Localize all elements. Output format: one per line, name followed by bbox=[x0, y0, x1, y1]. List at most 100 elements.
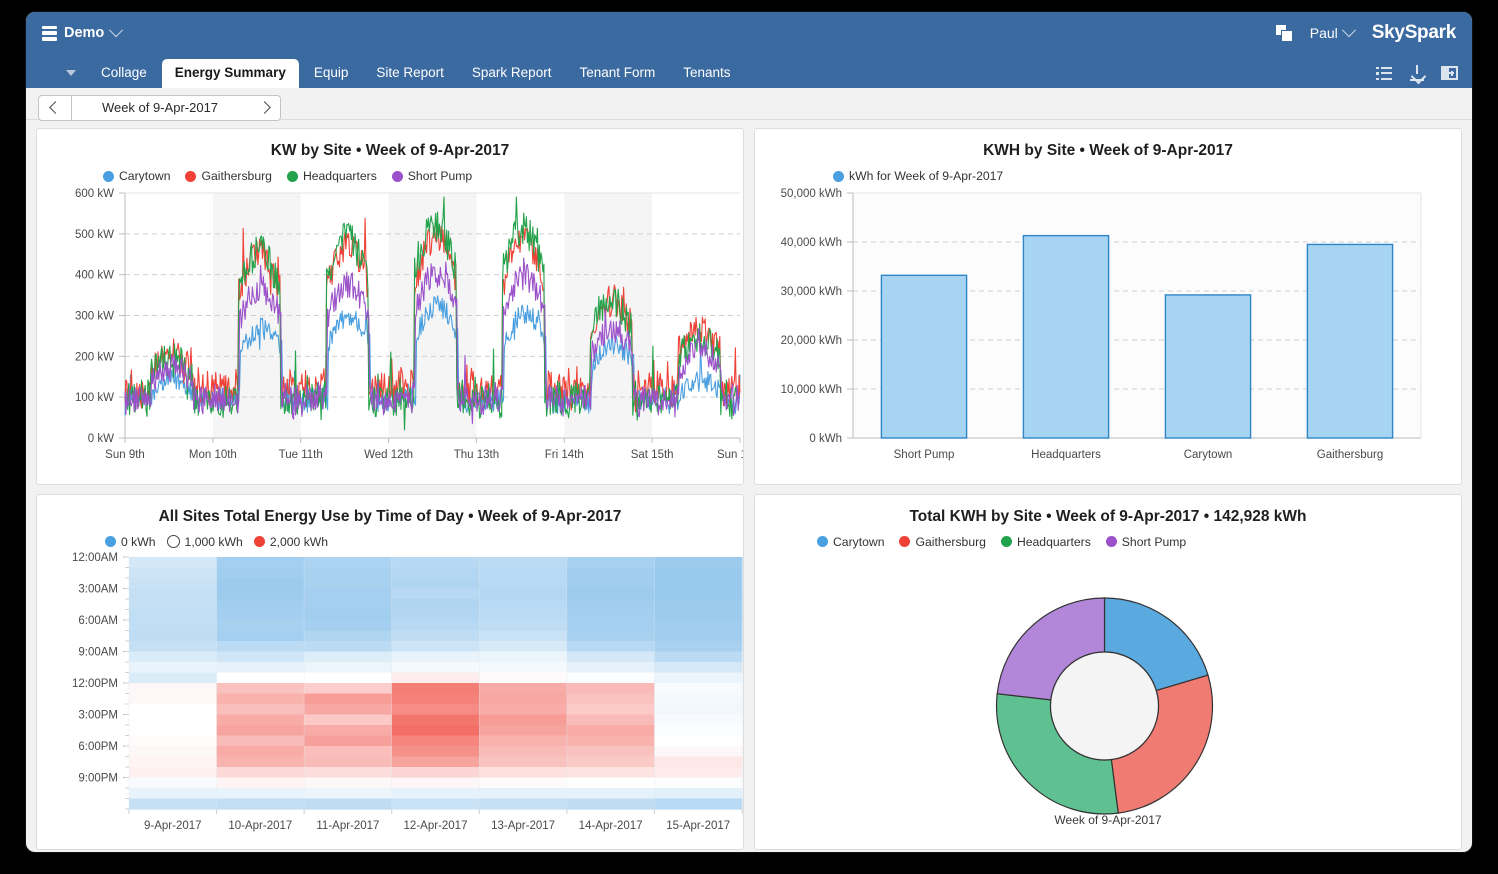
svg-text:9:00PM: 9:00PM bbox=[78, 772, 118, 784]
legend-swatch bbox=[1106, 536, 1117, 547]
legend-swatch bbox=[287, 171, 298, 182]
svg-text:Mon 10th: Mon 10th bbox=[189, 449, 237, 461]
legend-item-0kwh[interactable]: 0 kWh bbox=[105, 535, 156, 549]
tab-collage[interactable]: Collage bbox=[88, 59, 160, 88]
date-range-field[interactable]: Week of 9-Apr-2017 bbox=[72, 95, 248, 121]
legend-label: Headquarters bbox=[303, 169, 377, 183]
svg-text:Thu 13th: Thu 13th bbox=[454, 449, 499, 461]
legend-kwh: kWh for Week of 9-Apr-2017 bbox=[755, 160, 1461, 183]
legend-item-2000kwh[interactable]: 2,000 kWh bbox=[254, 535, 328, 549]
app-window: Demo Paul SkySpark Collage En bbox=[26, 12, 1472, 852]
svg-text:9:00AM: 9:00AM bbox=[78, 646, 118, 658]
legend-kw: Carytown Gaithersburg Headquarters Short… bbox=[37, 160, 743, 183]
svg-text:12-Apr-2017: 12-Apr-2017 bbox=[404, 820, 468, 832]
display-icon[interactable] bbox=[40, 62, 62, 80]
legend-item-carytown[interactable]: Carytown bbox=[817, 535, 884, 549]
svg-text:11-Apr-2017: 11-Apr-2017 bbox=[316, 820, 379, 832]
legend-swatch bbox=[105, 536, 116, 547]
copy-windows-icon[interactable] bbox=[1276, 25, 1292, 41]
legend-label: Short Pump bbox=[408, 169, 472, 183]
tab-bar: Collage Energy Summary Equip Site Report… bbox=[26, 54, 1472, 88]
svg-text:400 kW: 400 kW bbox=[75, 270, 114, 282]
legend-donut: Carytown Gaithersburg Headquarters Short… bbox=[755, 526, 1461, 549]
svg-text:20,000 kWh: 20,000 kWh bbox=[781, 335, 842, 347]
dashboard-grid: KW by Site • Week of 9-Apr-2017 Carytown… bbox=[26, 120, 1472, 851]
date-navigator: Week of 9-Apr-2017 bbox=[26, 88, 1472, 120]
legend-label: Carytown bbox=[833, 535, 884, 549]
legend-item-1000kwh[interactable]: 1,000 kWh bbox=[167, 535, 243, 549]
legend-label: 1,000 kWh bbox=[185, 535, 243, 549]
svg-text:0 kWh: 0 kWh bbox=[809, 433, 842, 445]
svg-text:0 kW: 0 kW bbox=[88, 433, 114, 445]
legend-swatch bbox=[185, 171, 196, 182]
legend-item-headquarters[interactable]: Headquarters bbox=[1001, 535, 1091, 549]
user-menu[interactable]: Paul bbox=[1310, 25, 1354, 41]
plot-area-kw[interactable]: 0 kW100 kW200 kW300 kW400 kW500 kW600 kW… bbox=[37, 185, 743, 484]
svg-text:Headquarters: Headquarters bbox=[1031, 449, 1101, 461]
legend-item-gaithersburg[interactable]: Gaithersburg bbox=[185, 169, 271, 183]
chart-title-donut: Total KWH by Site • Week of 9-Apr-2017 •… bbox=[755, 495, 1461, 526]
legend-swatch bbox=[254, 536, 265, 547]
prev-week-button[interactable] bbox=[38, 95, 72, 121]
svg-text:30,000 kWh: 30,000 kWh bbox=[781, 286, 842, 298]
legend-item-short-pump[interactable]: Short Pump bbox=[1106, 535, 1186, 549]
svg-text:Sun 9th: Sun 9th bbox=[105, 449, 145, 461]
legend-label: 2,000 kWh bbox=[270, 535, 328, 549]
caret-down-icon[interactable] bbox=[66, 70, 76, 76]
legend-label: Short Pump bbox=[1122, 535, 1186, 549]
tab-equip[interactable]: Equip bbox=[301, 59, 362, 88]
legend-item-headquarters[interactable]: Headquarters bbox=[287, 169, 377, 183]
download-icon[interactable] bbox=[1409, 65, 1425, 81]
toggle-sidepanel-icon[interactable] bbox=[1441, 66, 1458, 80]
chart-title-kw: KW by Site • Week of 9-Apr-2017 bbox=[37, 129, 743, 160]
donut-footer-label: Week of 9-Apr-2017 bbox=[755, 813, 1461, 827]
svg-text:Sat 15th: Sat 15th bbox=[631, 449, 674, 461]
svg-text:10,000 kWh: 10,000 kWh bbox=[781, 384, 842, 396]
plot-area-kwh[interactable]: 0 kWh 10,000 kWh 20,000 kWh 30,000 kWh 40,00… bbox=[755, 185, 1461, 484]
svg-text:40,000 kWh: 40,000 kWh bbox=[781, 237, 842, 249]
svg-text:200 kW: 200 kW bbox=[75, 351, 114, 363]
card-kwh-by-site: KWH by Site • Week of 9-Apr-2017 kWh for… bbox=[754, 128, 1462, 485]
legend-label: Gaithersburg bbox=[201, 169, 271, 183]
legend-label: 0 kWh bbox=[121, 535, 156, 549]
workspace-selector[interactable]: Demo bbox=[42, 25, 121, 41]
tab-tenant-form[interactable]: Tenant Form bbox=[566, 59, 668, 88]
tab-site-report[interactable]: Site Report bbox=[363, 59, 457, 88]
svg-text:500 kW: 500 kW bbox=[75, 229, 114, 241]
tab-spark-report[interactable]: Spark Report bbox=[459, 59, 565, 88]
database-icon bbox=[42, 26, 57, 41]
legend-item-gaithersburg[interactable]: Gaithersburg bbox=[899, 535, 985, 549]
svg-text:6:00PM: 6:00PM bbox=[78, 741, 118, 753]
svg-text:12:00AM: 12:00AM bbox=[72, 552, 118, 564]
svg-text:300 kW: 300 kW bbox=[75, 311, 114, 323]
chart-title-heatmap: All Sites Total Energy Use by Time of Da… bbox=[37, 495, 743, 526]
svg-text:14-Apr-2017: 14-Apr-2017 bbox=[579, 820, 643, 832]
svg-text:10-Apr-2017: 10-Apr-2017 bbox=[228, 820, 292, 832]
svg-text:9-Apr-2017: 9-Apr-2017 bbox=[144, 820, 202, 832]
svg-text:15-Apr-2017: 15-Apr-2017 bbox=[666, 820, 730, 832]
svg-text:Carytown: Carytown bbox=[1184, 449, 1233, 461]
list-view-icon[interactable] bbox=[1376, 66, 1393, 81]
chart-title-kwh: KWH by Site • Week of 9-Apr-2017 bbox=[755, 129, 1461, 160]
plot-area-heatmap[interactable]: 12:00AM3:00AM6:00AM9:00AM12:00PM3:00PM6:… bbox=[37, 551, 743, 850]
svg-text:Tue 11th: Tue 11th bbox=[279, 449, 323, 461]
tab-tenants[interactable]: Tenants bbox=[670, 59, 743, 88]
legend-label: kWh for Week of 9-Apr-2017 bbox=[849, 169, 1003, 183]
next-week-button[interactable] bbox=[248, 95, 281, 121]
workspace-label: Demo bbox=[64, 25, 104, 41]
tab-energy-summary[interactable]: Energy Summary bbox=[162, 59, 299, 88]
legend-label: Gaithersburg bbox=[915, 535, 985, 549]
legend-item-kwh-week[interactable]: kWh for Week of 9-Apr-2017 bbox=[833, 169, 1003, 183]
plot-area-donut[interactable] bbox=[755, 551, 1461, 850]
legend-swatch bbox=[1001, 536, 1012, 547]
user-label: Paul bbox=[1310, 25, 1338, 41]
svg-text:Sun 16th: Sun 16th bbox=[717, 449, 744, 461]
legend-swatch bbox=[833, 171, 844, 182]
legend-swatch bbox=[167, 535, 180, 548]
top-bar: Demo Paul SkySpark bbox=[26, 12, 1472, 54]
svg-text:3:00PM: 3:00PM bbox=[78, 709, 118, 721]
chevron-left-icon bbox=[49, 101, 62, 114]
svg-text:600 kW: 600 kW bbox=[75, 188, 114, 200]
legend-item-short-pump[interactable]: Short Pump bbox=[392, 169, 472, 183]
legend-item-carytown[interactable]: Carytown bbox=[103, 169, 170, 183]
